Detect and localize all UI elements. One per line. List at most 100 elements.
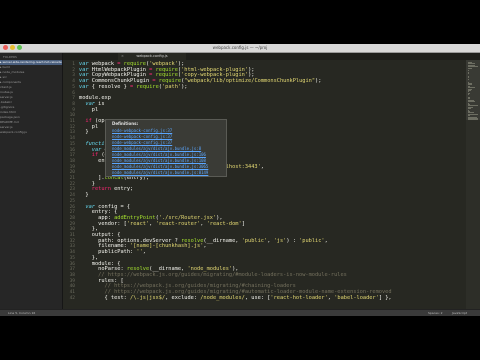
code-token: 'react-dom' [206, 220, 242, 227]
code-token: ); [315, 78, 322, 85]
definition-link[interactable]: node_modules/ajv/dist/ajv.bundle.js:8149 [112, 170, 208, 175]
line-number: 15 [69, 141, 75, 147]
sidebar: FOLDERS ▸ server-side-rendering-react-ho… [0, 53, 63, 309]
code-line: } [79, 192, 89, 199]
definition-link[interactable]: node_modules/ajv/dist/ajv.bundle.js:106 [112, 152, 206, 157]
line-number: 39 [69, 278, 75, 284]
minimap[interactable] [466, 60, 480, 309]
code-editor[interactable]: 1 2 3 4 5 6 7 8 9 10 11 12 13 14 15 16 17 18 19 20 21 22 23 24 2… [63, 60, 480, 309]
line-number: 1 [72, 62, 75, 67]
code-token: (__dirname, [203, 237, 242, 244]
code-line: { test: /\.js|jsx$/, exclude: /node_modu… [79, 294, 392, 302]
code-token: 'react' [126, 220, 150, 227]
line-number: 23 [69, 187, 75, 193]
code-token: 'react-hot-loader' [270, 294, 328, 301]
line-number: 30 [69, 227, 75, 233]
definition-link[interactable]: node-webpack-config.js:37 [112, 128, 172, 133]
code-token: "webpack/lib/optimize/CommonsChunkPlugin… [184, 78, 316, 85]
status-syntax[interactable]: JavaScript [452, 310, 467, 316]
line-number: 31 [69, 233, 75, 238]
line-number: 6 [72, 90, 75, 96]
code-token: ); [181, 83, 188, 90]
line-number: 42 [69, 295, 75, 301]
line-number: 28 [69, 215, 75, 221]
line-number-gutter: 1 2 3 4 5 6 7 8 9 10 11 12 13 14 15 16 17 18 19 20 21 22 23 24 2… [63, 60, 77, 309]
line-number: 38 [69, 272, 75, 278]
line-number: 26 [69, 204, 75, 210]
definition-link[interactable]: node-webpack-config.js:37 [112, 134, 172, 139]
code-token: pl [79, 106, 99, 113]
line-number: 13 [69, 130, 75, 136]
definition-link[interactable]: node_modules/ajv/dist/ajv.bundle.js:8 [112, 146, 201, 151]
code-token: entry; [114, 186, 134, 193]
code-token: , [260, 163, 264, 170]
line-number: 37 [69, 267, 75, 273]
code-token: 'babel-loader' [334, 294, 379, 301]
line-number: 2 [72, 67, 75, 73]
status-position: Line 5, Column 16 [8, 311, 36, 315]
line-number: 14 [69, 136, 75, 142]
tab-webpack-config[interactable]: × webpack.config.js [118, 53, 186, 60]
code-token: 'js' [273, 237, 287, 244]
line-number: 32 [69, 238, 75, 244]
status-indentation[interactable]: Spaces: 2 [428, 310, 443, 316]
minimap-line [468, 119, 478, 121]
sidebar-item[interactable]: webpack.config.js [0, 130, 62, 135]
code-token: , [142, 249, 146, 256]
code-token: , exclude: [165, 294, 201, 301]
minimap-line [468, 73, 469, 75]
line-number: 27 [69, 210, 75, 216]
screen: webpack.config.js — ~/proj FOLDERS ▸ ser… [0, 0, 480, 360]
line-number: 29 [69, 221, 75, 227]
code-token: return [91, 186, 115, 193]
definition-link[interactable]: node_modules/ajv/dist/ajv.bundle.js:3065 [112, 164, 208, 169]
definition-link[interactable]: node_modules/ajv/dist/ajv.bundle.js:108 [112, 158, 206, 163]
line-number: 12 [69, 124, 75, 130]
code-token: ) : [286, 237, 300, 244]
line-number: 18 [69, 158, 75, 164]
code-line: } [79, 129, 89, 136]
code-line: var { resolve } = require('path'); [79, 83, 188, 91]
line-number: 34 [69, 250, 75, 256]
code-token: /\.js|jsx$/ [130, 294, 166, 301]
minimap-line [468, 67, 473, 69]
sidebar-list: ▸ server-side-rendering-react-hot-reload… [0, 60, 62, 135]
window-title: webpack.config.js — ~/proj [212, 45, 268, 50]
line-number: 10 [69, 113, 75, 119]
code-token: /node_modules/ [200, 294, 245, 301]
line-number: 5 [72, 84, 75, 90]
code-token: { test: [79, 294, 131, 301]
status-bar: Line 5, Column 16 Spaces: 2 JavaScript [0, 309, 480, 316]
tab-bar: × webpack.config.js [63, 53, 480, 60]
line-number: 24 [69, 193, 75, 199]
line-number: 20 [69, 170, 75, 176]
code-token: 'public' [241, 237, 268, 244]
line-number: 8 [72, 101, 75, 107]
line-number: 19 [69, 164, 75, 170]
code-line: vendor: ['react', 'react-router', 'react… [79, 220, 245, 228]
line-number: 25 [69, 198, 75, 204]
line-number: 22 [69, 181, 75, 187]
tab-close-icon[interactable]: × [121, 53, 124, 60]
line-number: 7 [72, 96, 75, 102]
sidebar-header: FOLDERS [3, 55, 17, 59]
code-token: } [79, 129, 89, 136]
line-number: 21 [69, 176, 75, 181]
line-number: 4 [72, 79, 75, 85]
line-number: 9 [72, 107, 75, 113]
code-token: = [126, 83, 137, 90]
code-area[interactable]: var webpack = require('webpack'); var Htm… [79, 60, 469, 309]
code-token: require [136, 83, 159, 90]
definition-link[interactable]: node-webpack-config.js:37 [112, 140, 172, 145]
line-number: 11 [69, 119, 75, 124]
code-token: 'path' [161, 83, 182, 90]
code-token: ] [241, 220, 245, 227]
code-token: var [79, 83, 92, 90]
tab-label: webpack.config.js [136, 54, 168, 58]
code-token: } [79, 192, 89, 199]
code-token: 'react-router' [155, 220, 201, 227]
code-line: pl [79, 106, 99, 114]
line-number: 3 [72, 73, 75, 79]
line-number: 17 [69, 153, 75, 159]
code-token: , use: [ [244, 294, 271, 301]
